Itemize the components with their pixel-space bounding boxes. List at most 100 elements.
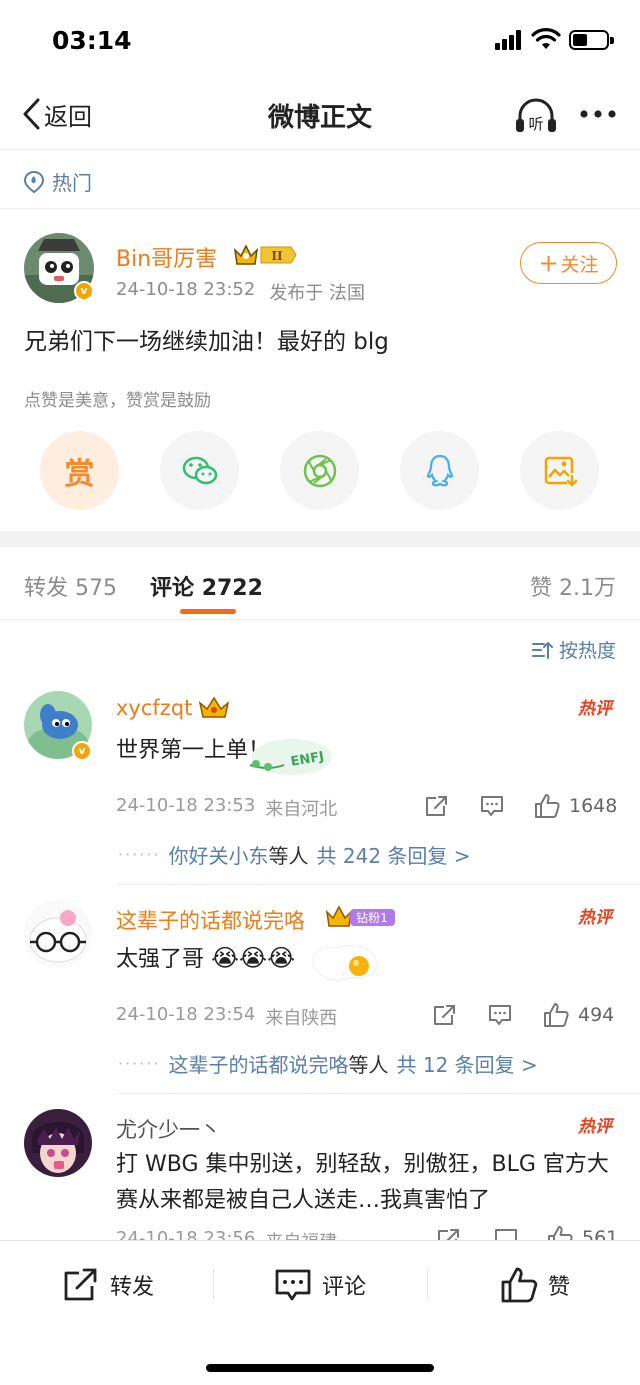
save-image-button[interactable] (520, 431, 599, 510)
crown-badge-icon: II (233, 244, 297, 265)
share-qq-button[interactable] (400, 431, 479, 510)
reply-suffix: 等人 (348, 1053, 389, 1077)
repost-label: 转发 (110, 1275, 155, 1300)
sort-label: 按热度 (558, 640, 616, 662)
post-meta: 24-10-18 23:52 发布于 法国 (116, 279, 365, 305)
status-bar: 03:14 (0, 0, 640, 80)
like-count: 1648 (569, 795, 618, 817)
enfj-sticker: ENFJ (249, 739, 332, 775)
reply-user: 这辈子的话都说完咯 (168, 1053, 349, 1077)
separator (427, 1269, 428, 1299)
save-image-icon (544, 456, 577, 486)
hot-comment-badge: 热评 (577, 1117, 615, 1137)
comment-icon (275, 1269, 311, 1301)
tab-like-label: 赞 (529, 576, 552, 601)
nav-bar: 返回 微博正文 听 (0, 80, 640, 150)
hot-comment-badge: 热评 (577, 699, 615, 719)
replies-link[interactable]: ······ 你好关小东 等人 共 242 条回复 > (118, 840, 471, 869)
post-location: 发布于 法国 (269, 283, 366, 304)
sort-button[interactable]: 按热度 (531, 636, 616, 663)
back-label: 返回 (44, 102, 92, 131)
battery-icon (569, 30, 614, 50)
comment-author[interactable]: 尤介少一丶 (116, 1114, 221, 1144)
divider (116, 1093, 640, 1094)
comment-meta: 24-10-18 23:53 来自河北 (116, 795, 337, 821)
verified-badge: v (72, 741, 92, 761)
comment-text: 太强了哥 😭😭😭 (116, 941, 295, 973)
location-pin-icon (23, 170, 45, 193)
comment-location: 来自陕西 (265, 1008, 338, 1029)
tab-comment[interactable]: 评论 2722 (150, 570, 263, 602)
tab-comment-count: 2722 (201, 576, 263, 601)
qq-icon (426, 454, 453, 486)
tab-like[interactable]: 赞 2.1万 (530, 570, 616, 602)
post-time: 24-10-18 23:52 (116, 279, 256, 300)
reward-icon: 赏 (64, 456, 95, 492)
wifi-icon (531, 28, 561, 49)
level-badge-text: II (271, 249, 283, 263)
avatar-image (24, 1109, 92, 1177)
comment-author[interactable]: 这辈子的话都说完咯 (116, 905, 305, 935)
sort-icon (531, 641, 553, 659)
avatar-image (24, 900, 92, 968)
reply-total: 共 12 条回复 > (396, 1053, 538, 1077)
comment-label: 评论 (322, 1275, 367, 1300)
comment-time: 24-10-18 23:54 (116, 1004, 256, 1025)
bottom-action-bar: 转发 评论 赞 (0, 1240, 640, 1385)
separator (213, 1269, 214, 1299)
share-row: 赏 (40, 431, 600, 511)
tab-repost[interactable]: 转发 575 (24, 570, 117, 602)
share-moments-button[interactable] (280, 431, 359, 510)
back-button[interactable]: 返回 (20, 94, 92, 134)
repost-icon[interactable] (424, 793, 450, 819)
like-label: 赞 (548, 1275, 571, 1300)
more-icon[interactable] (578, 102, 618, 126)
comment-button[interactable]: 评论 (274, 1265, 366, 1305)
comment-icon[interactable] (479, 793, 505, 819)
reply-user: 你好关小东 (168, 844, 269, 868)
reward-button[interactable]: 赏 (40, 431, 119, 510)
dots-separator: ······ (118, 845, 161, 864)
like-count: 494 (578, 1004, 615, 1026)
hot-tag[interactable]: 热门 (22, 167, 92, 196)
thumbs-up-icon (501, 1267, 538, 1303)
comment-avatar[interactable] (24, 900, 92, 968)
comment-text: 打 WBG 集中别送，别轻敌，别傲狂，BLG 官方大赛从来都是被自己人送走…我真… (116, 1152, 609, 1213)
plus-icon: + (538, 249, 559, 277)
moments-icon (303, 454, 336, 487)
fan-badge-icon: 钻粉1 (325, 905, 395, 927)
hot-label: 热门 (52, 171, 92, 195)
repost-icon[interactable] (432, 1002, 458, 1028)
thumbs-up-icon (535, 794, 560, 818)
comment-avatar[interactable] (24, 1109, 92, 1177)
repost-button[interactable]: 转发 (62, 1265, 154, 1305)
divider (116, 884, 640, 885)
headphones-icon[interactable]: 听 (514, 96, 558, 136)
active-tab-indicator (180, 609, 236, 614)
fried-egg-sticker (311, 945, 378, 981)
like-button[interactable]: 494 (542, 1001, 614, 1029)
tab-like-count: 2.1万 (559, 576, 616, 601)
hot-badge-label: 热评 (577, 1117, 615, 1137)
like-button[interactable]: 赞 (500, 1265, 570, 1305)
post-author-name[interactable]: Bin哥厉害 (116, 241, 217, 273)
follow-button[interactable]: + 关注 (520, 242, 617, 284)
fan-crown-icon (198, 696, 230, 718)
crying-emoji-icons: 😭😭😭 (211, 944, 296, 972)
tab-repost-label: 转发 (24, 576, 69, 601)
share-wechat-button[interactable] (160, 431, 239, 510)
replies-link[interactable]: ······ 这辈子的话都说完咯 等人 共 12 条回复 > (118, 1049, 538, 1078)
repost-icon (64, 1268, 97, 1301)
comment-meta: 24-10-18 23:54 来自陕西 (116, 1004, 337, 1030)
fan-badge-label: 钻粉1 (356, 910, 388, 925)
comment-text-body: 太强了哥 (116, 947, 205, 972)
comment-author[interactable]: xycfzqt (116, 696, 192, 720)
chevron-left-icon (23, 98, 40, 130)
like-button[interactable]: 1648 (533, 792, 617, 820)
comment-icon[interactable] (487, 1002, 513, 1028)
wechat-icon (182, 456, 217, 484)
hot-badge-label: 热评 (577, 908, 615, 928)
tab-repost-count: 575 (75, 576, 118, 601)
thumbs-up-icon (544, 1003, 569, 1027)
divider (0, 619, 640, 620)
